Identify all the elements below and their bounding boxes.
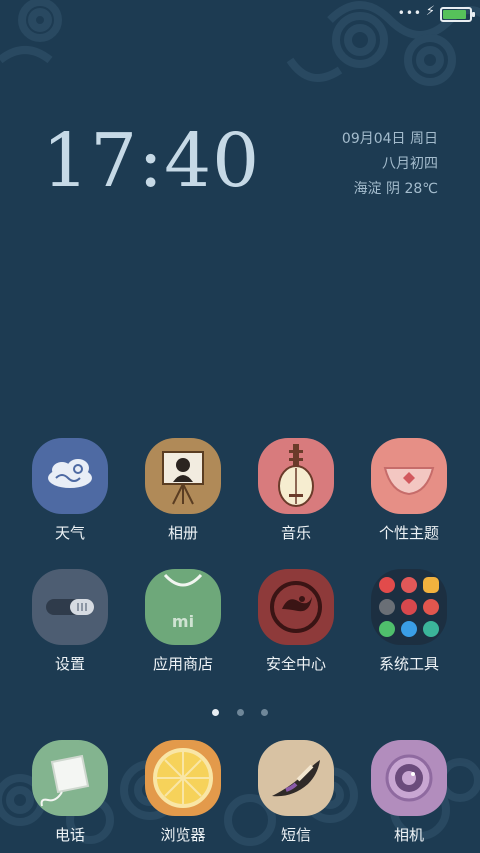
date-line: 09月04日 周日 — [341, 131, 438, 147]
app-label: 相机 — [393, 826, 424, 844]
app-settings[interactable]: 设置 — [14, 569, 126, 674]
shopping-bag-icon: mi — [145, 569, 221, 645]
app-browser[interactable]: 浏览器 — [127, 740, 239, 845]
orange-slice-icon — [145, 740, 221, 816]
app-music[interactable]: 音乐 — [240, 438, 352, 543]
app-gallery[interactable]: 相册 — [127, 438, 239, 543]
charging-icon: ⚡ — [425, 4, 435, 19]
app-security[interactable]: 安全中心 — [240, 569, 352, 674]
app-label: 天气 — [54, 524, 85, 542]
page-indicator[interactable] — [0, 701, 480, 720]
page-dot[interactable] — [260, 709, 268, 716]
app-label: 设置 — [54, 655, 85, 673]
app-label: 相册 — [167, 524, 198, 542]
app-store[interactable]: mi 应用商店 — [127, 569, 239, 674]
app-label: 安全中心 — [265, 655, 326, 673]
dragon-seal-icon — [258, 569, 334, 645]
app-label: 浏览器 — [160, 826, 206, 844]
app-label: 个性主题 — [378, 524, 439, 542]
notification-dots: ••• — [397, 6, 422, 20]
photo-easel-icon — [145, 438, 221, 514]
tools-folder-icon — [371, 569, 447, 645]
app-tools-folder[interactable]: 系统工具 — [353, 569, 465, 674]
app-themes[interactable]: 个性主题 — [353, 438, 465, 543]
app-camera[interactable]: 相机 — [353, 740, 465, 845]
app-label: 系统工具 — [378, 655, 439, 673]
status-bar: ••• ⚡ — [0, 0, 480, 28]
app-label: 电话 — [54, 826, 85, 844]
horn-icon — [258, 740, 334, 816]
app-messages[interactable]: 短信 — [240, 740, 352, 845]
lunar-date-line: 八月初四 — [382, 156, 438, 172]
svg-text:mi: mi — [172, 612, 194, 631]
battery-icon — [440, 7, 475, 22]
camera-lens-icon — [371, 740, 447, 816]
weather-line: 海淀 阴 28℃ — [353, 181, 438, 197]
app-label: 应用商店 — [152, 655, 213, 673]
clock-widget[interactable]: 17:40 — [42, 118, 260, 204]
app-phone[interactable]: 电话 — [14, 740, 126, 845]
toggle-switch-icon — [32, 569, 108, 645]
pipa-instrument-icon — [258, 438, 334, 514]
phone-cup-icon — [32, 740, 108, 816]
app-label: 音乐 — [280, 524, 311, 542]
app-weather[interactable]: 天气 — [14, 438, 126, 543]
page-dot[interactable] — [236, 709, 244, 716]
page-dot[interactable] — [212, 709, 220, 716]
theme-icon — [371, 438, 447, 514]
app-label: 短信 — [280, 826, 311, 844]
date-weather-widget[interactable]: 09月04日 周日 八月初四 海淀 阴 28℃ — [342, 127, 438, 202]
cloud-icon — [32, 438, 108, 514]
